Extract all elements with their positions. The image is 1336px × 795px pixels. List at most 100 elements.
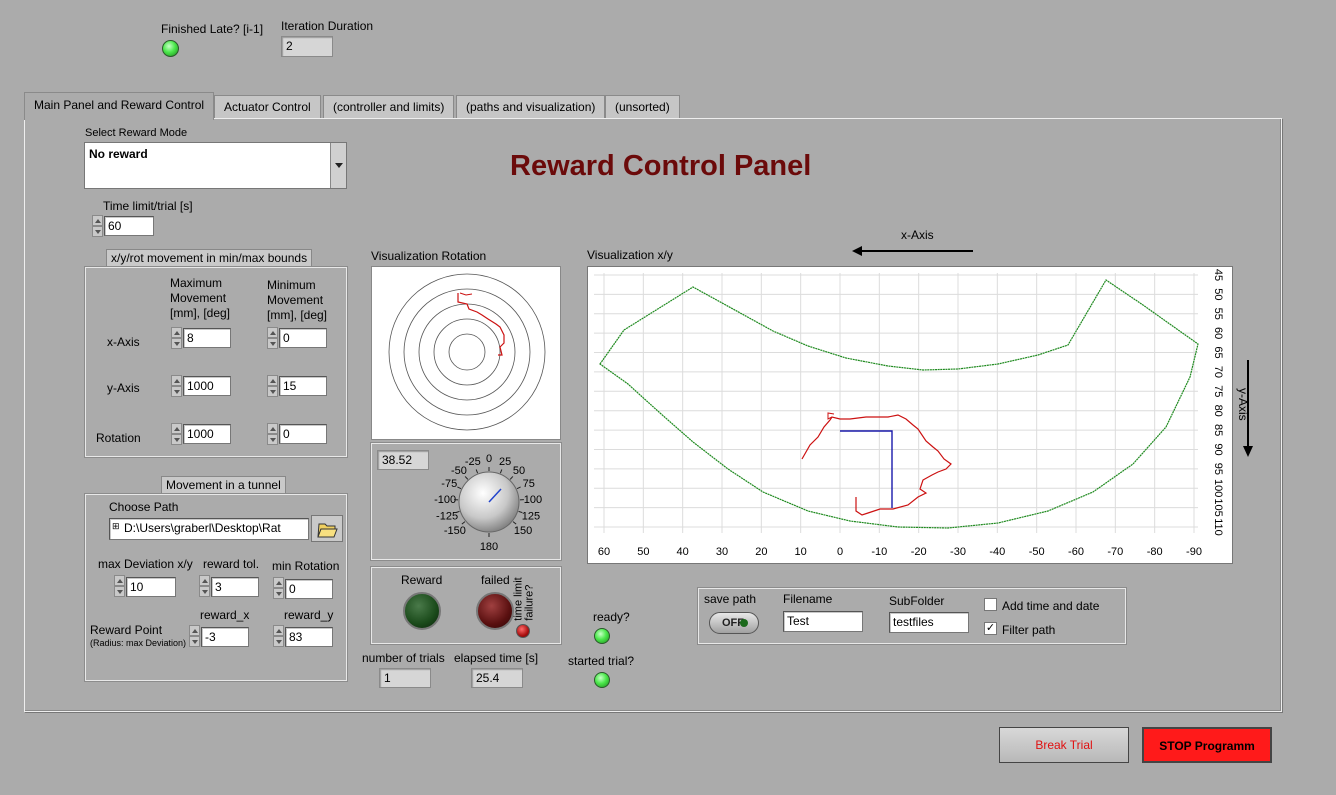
- reward-y-input[interactable]: 83: [285, 627, 333, 647]
- min-rotation-input[interactable]: 0: [285, 579, 333, 599]
- path-input[interactable]: D:\Users\graberl\Desktop\Rat: [109, 518, 309, 540]
- failed-label: failed: [481, 573, 510, 587]
- bounds-row-label: Rotation: [96, 431, 141, 445]
- tab-actuator-control[interactable]: Actuator Control: [214, 95, 321, 119]
- min-movement-header: Minimum Movement [mm], [deg]: [267, 278, 328, 322]
- x-max-input[interactable]: 8: [183, 328, 231, 348]
- max-deviation-input[interactable]: 10: [126, 577, 176, 597]
- knob-tick-label: -150: [444, 525, 466, 537]
- tab-unsorted[interactable]: (unsorted): [605, 95, 680, 119]
- knob-tick-mark: [457, 486, 462, 490]
- tab-controller-limits[interactable]: (controller and limits): [323, 95, 455, 119]
- y-tick-label: 80: [1212, 405, 1224, 417]
- ready-led: [594, 628, 610, 644]
- x-tick-label: -80: [1147, 546, 1163, 558]
- time-limit-label: Time limit/trial [s]: [103, 199, 193, 213]
- x-axis-label: x-Axis: [901, 228, 934, 242]
- rot-max-spinner[interactable]: [171, 423, 182, 445]
- reward-x-spinner[interactable]: [189, 625, 200, 647]
- y-min-input[interactable]: 15: [279, 376, 327, 396]
- knob-tick-label: 180: [480, 541, 498, 553]
- started-label: started trial?: [568, 654, 635, 668]
- reward-mode-select[interactable]: No reward: [84, 142, 347, 189]
- knob-tick-label: 150: [514, 525, 532, 537]
- y-tick-label: 65: [1212, 346, 1224, 358]
- x-tick-label: -70: [1107, 546, 1123, 558]
- y-tick-label: 70: [1212, 366, 1224, 378]
- x-max-spinner[interactable]: [171, 327, 182, 349]
- reward-point-label: Reward Point: [90, 623, 163, 637]
- tab-main-panel[interactable]: Main Panel and Reward Control: [24, 92, 215, 120]
- min-rotation-spinner[interactable]: [273, 577, 284, 599]
- max-deviation-label: max Deviation x/y: [98, 557, 193, 571]
- filename-label: Filename: [783, 592, 833, 606]
- checkmark-icon: ✓: [985, 622, 996, 634]
- time-limit-failure-label: time limit failure?: [512, 577, 536, 621]
- time-limit-spinner[interactable]: [92, 215, 103, 237]
- knob-tick-label: 125: [522, 510, 540, 522]
- max-movement-header: Maximum Movement [mm], [deg]: [170, 276, 231, 320]
- save-path-label: save path: [704, 592, 757, 606]
- reward-x-input[interactable]: -3: [201, 627, 249, 647]
- knob-tick-mark: [499, 469, 503, 474]
- x-tick-label: -40: [989, 546, 1005, 558]
- rot-max-input[interactable]: 1000: [183, 424, 231, 444]
- max-deviation-spinner[interactable]: [114, 575, 125, 597]
- rot-min-input[interactable]: 0: [279, 424, 327, 444]
- time-limit-input[interactable]: 60: [104, 216, 154, 236]
- reward-led: [403, 592, 441, 630]
- bounds-title: x/y/rot movement in min/max bounds: [106, 249, 313, 267]
- knob-tick-label: -125: [436, 510, 458, 522]
- add-time-checkbox[interactable]: [984, 598, 997, 611]
- tunnel-title: Movement in a tunnel: [161, 476, 286, 494]
- stop-program-button[interactable]: STOP Programm: [1142, 727, 1272, 763]
- finished-late-label: Finished Late? [i-1]: [161, 22, 264, 36]
- filename-input[interactable]: Test: [783, 611, 863, 632]
- x-tick-label: 60: [598, 546, 610, 558]
- dropdown-arrow-icon[interactable]: [330, 143, 346, 188]
- rotation-knob[interactable]: -150 -125 -100 -75 -50 -25 0 25 50 75 100 125 150 180: [375, 445, 559, 557]
- x-tick-label: -90: [1186, 546, 1202, 558]
- x-min-spinner[interactable]: [267, 327, 278, 349]
- filter-path-label: Filter path: [1002, 623, 1056, 637]
- break-trial-button[interactable]: Break Trial: [999, 727, 1129, 763]
- y-tick-label: 45: [1212, 269, 1224, 281]
- knob-tick-label: -100: [434, 494, 456, 506]
- subfolder-input[interactable]: testfiles: [889, 612, 969, 633]
- browse-folder-button[interactable]: [311, 515, 343, 542]
- x-min-input[interactable]: 0: [279, 328, 327, 348]
- rot-min-spinner[interactable]: [267, 423, 278, 445]
- knob-svg[interactable]: -150-125-100-75-50-25 0 255075100125150180: [375, 445, 559, 557]
- num-trials-label: number of trials: [362, 651, 445, 665]
- knob-tick-label: -25: [465, 456, 481, 468]
- save-path-toggle[interactable]: OFF: [709, 612, 759, 634]
- knob-tick-mark: [461, 521, 466, 525]
- y-max-input[interactable]: 1000: [183, 376, 231, 396]
- toggle-indicator-icon: [740, 619, 748, 627]
- knob-tick-label: 25: [499, 456, 511, 468]
- num-trials-value: 1: [379, 668, 431, 688]
- reward-mode-label: Select Reward Mode: [85, 127, 188, 139]
- failed-led: [476, 592, 514, 630]
- time-limit-failure-wrap: time limit failure?: [513, 570, 543, 624]
- knob-tick-mark: [509, 476, 514, 480]
- reward-tol-input[interactable]: 3: [211, 577, 259, 597]
- reward-tol-spinner[interactable]: [199, 575, 210, 597]
- y-tick-label: 90: [1212, 443, 1224, 455]
- reward-y-spinner[interactable]: [273, 625, 284, 647]
- path-type-icon: ⊞: [112, 521, 120, 531]
- y-tick-label: 60: [1212, 327, 1224, 339]
- panel-title: Reward Control Panel: [510, 150, 812, 182]
- reward-tol-label: reward tol.: [203, 557, 260, 571]
- folder-icon: [317, 523, 338, 538]
- vis-xy-label: Visualization x/y: [587, 248, 673, 262]
- y-min-spinner[interactable]: [267, 375, 278, 397]
- rotation-plot-svg: [388, 273, 546, 431]
- tab-paths-visualization[interactable]: (paths and visualization): [456, 95, 606, 119]
- knob-tick-mark: [464, 476, 469, 480]
- iteration-duration-label: Iteration Duration: [281, 19, 374, 33]
- filter-path-checkbox[interactable]: ✓: [984, 622, 997, 635]
- y-max-spinner[interactable]: [171, 375, 182, 397]
- x-tick-label: -30: [950, 546, 966, 558]
- reward-x-label: reward_x: [200, 608, 250, 622]
